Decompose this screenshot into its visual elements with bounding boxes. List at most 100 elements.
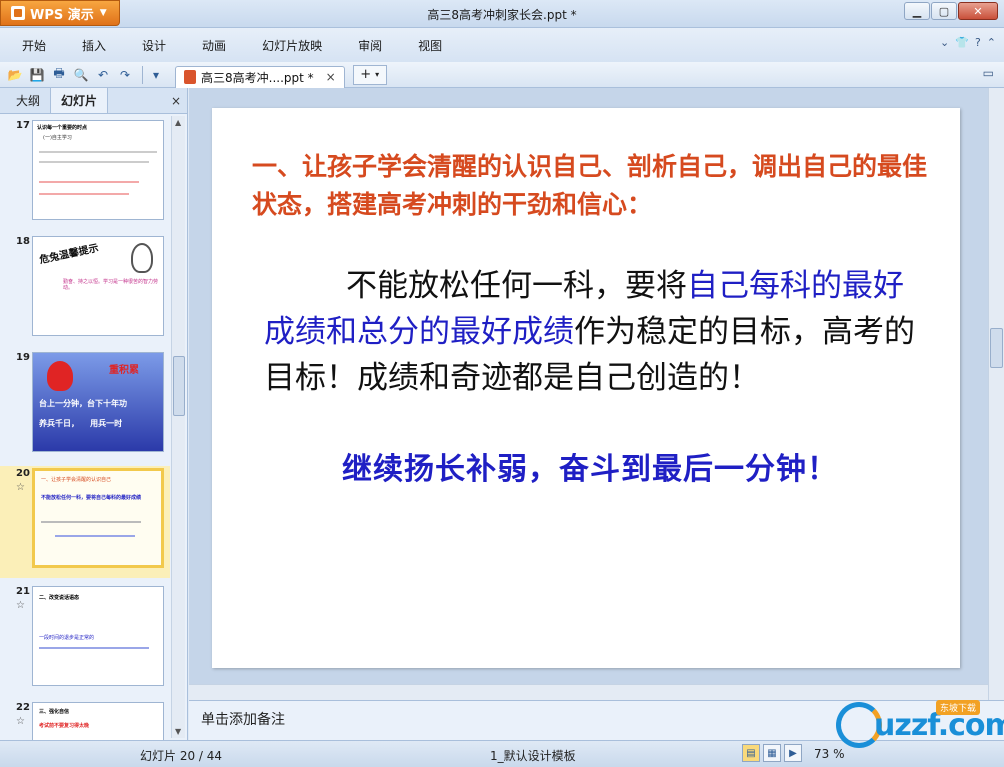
slide-number: 18	[16, 236, 30, 247]
slide-body-text[interactable]: 不能放松任何一科，要将自己每科的最好成绩和总分的最好成绩作为稳定的目标，高考的目…	[264, 263, 934, 401]
menu-right-tools: ⌄ 👕 ? ⌃	[940, 36, 996, 49]
thumbnail-row[interactable]: 19 重积累 台上一分钟，台下十年功 养兵千日， 用兵一时	[0, 350, 170, 458]
document-tab[interactable]: 高三8高考冲....ppt * ×	[175, 65, 345, 88]
animation-star-icon: ☆	[16, 716, 25, 727]
thumbnail-row[interactable]: 17 认识每一个重要的时点 (一)自主学习	[0, 118, 170, 226]
tab-outline[interactable]: 大纲	[6, 88, 50, 113]
scroll-thumb[interactable]	[990, 328, 1003, 368]
menu-item-animation[interactable]: 动画	[202, 37, 226, 54]
undo-icon[interactable]: ↶	[94, 66, 112, 84]
normal-view-icon[interactable]: ▤	[742, 744, 760, 762]
thumbnail-row-selected[interactable]: 20 ☆ 一、让孩子学会清醒的认识自己 不能放松任何一科，要将自己每科的最好成绩	[0, 466, 170, 578]
toolbar-separator	[142, 65, 143, 84]
new-tab-button[interactable]: + ▾	[352, 64, 387, 85]
slide-counter: 幻灯片 20 / 44	[140, 749, 223, 763]
panel-tabs: 大纲 幻灯片 ×	[0, 87, 187, 114]
menu-bar: 开始 插入 设计 动画 幻灯片放映 审阅 视图 ⌄ 👕 ? ⌃	[0, 28, 1004, 62]
chevron-down-icon[interactable]: ⌄	[940, 36, 949, 49]
slide-canvas[interactable]: 一、让孩子学会清醒的认识自己、剖析自己，调出自己的最佳状态，搭建高考冲刺的干劲和…	[212, 108, 960, 668]
menu-item-insert[interactable]: 插入	[82, 37, 106, 54]
help-icon[interactable]: ?	[975, 36, 981, 49]
save-icon[interactable]: 💾	[28, 66, 46, 84]
thumb-line	[39, 161, 149, 163]
slide-thumbnail[interactable]: 二、改变说话语态 一段时间的退步是正常的	[32, 586, 164, 686]
print-icon[interactable]: 🖶	[50, 66, 68, 84]
thumb-text: 认识每一个重要的时点	[37, 125, 88, 131]
thumbnail-row[interactable]: 22 ☆ 三、强化自信 考试前不要复习得太晚	[0, 700, 170, 740]
body-text-part: 不能放松任何一科，要将	[346, 268, 687, 304]
slideshow-view-icon[interactable]: ▶	[784, 744, 802, 762]
thumb-text: 一段时间的退步是正常的	[39, 635, 95, 641]
menu-item-slideshow[interactable]: 幻灯片放映	[262, 37, 322, 54]
menu-item-review[interactable]: 审阅	[358, 37, 382, 54]
slide-thumbnail[interactable]: 危兔温馨提示 勤奋、持之以恒。学习是一种很苦的智力劳动。	[32, 236, 164, 336]
menu-item-view[interactable]: 视图	[418, 37, 442, 54]
thumb-text: 台上一分钟，台下十年功	[39, 399, 127, 408]
maximize-button[interactable]: ▢	[931, 2, 957, 20]
window-title: 高三8高考冲刺家长会.ppt *	[427, 8, 577, 22]
thumbnail-row[interactable]: 18 危兔温馨提示 勤奋、持之以恒。学习是一种很苦的智力劳动。	[0, 234, 170, 342]
chevron-down-icon: ▾	[375, 70, 380, 79]
open-folder-icon[interactable]: 📂	[6, 66, 24, 84]
thumb-text: 勤奋、持之以恒。学习是一种很苦的智力劳动。	[63, 279, 159, 291]
slide-editor: 一、让孩子学会清醒的认识自己、剖析自己，调出自己的最佳状态，搭建高考冲刺的干劲和…	[189, 88, 1004, 740]
site-watermark: uzzf.com 东坡下载	[836, 700, 1004, 752]
slide-number: 17	[16, 120, 30, 131]
thumb-line	[39, 181, 139, 183]
collapse-ribbon-icon[interactable]: ⌃	[987, 36, 996, 49]
thumb-text: 重积累	[109, 365, 139, 376]
thumb-text: (一)自主学习	[43, 135, 72, 141]
panel-scrollbar[interactable]: ▲ ▼	[171, 116, 185, 738]
redo-icon[interactable]: ↷	[116, 66, 134, 84]
slide-number: 19	[16, 352, 30, 363]
document-tab-label: 高三8高考冲....ppt *	[201, 70, 314, 85]
print-preview-icon[interactable]: 🔍	[72, 66, 90, 84]
thumb-line	[55, 535, 135, 537]
close-tab-icon[interactable]: ×	[326, 70, 336, 84]
slide-emphasis-text[interactable]: 继续扬长补弱，奋斗到最后一分钟！	[264, 448, 884, 492]
template-name[interactable]: 1_默认设计模板	[490, 747, 576, 764]
tab-slides[interactable]: 幻灯片	[50, 87, 109, 113]
slide-thumbnail[interactable]: 一、让孩子学会清醒的认识自己 不能放松任何一科，要将自己每科的最好成绩	[32, 468, 164, 568]
scroll-up-icon[interactable]: ▲	[175, 118, 181, 127]
thumb-text: 不能放松任何一科，要将自己每科的最好成绩	[41, 495, 142, 501]
light-bulb-icon	[131, 243, 153, 273]
thumbnail-row[interactable]: 21 ☆ 二、改变说话语态 一段时间的退步是正常的	[0, 584, 170, 692]
scroll-thumb[interactable]	[173, 356, 185, 416]
scroll-down-icon[interactable]: ▼	[175, 727, 181, 736]
slide-thumbnail[interactable]: 认识每一个重要的时点 (一)自主学习	[32, 120, 164, 220]
skin-icon[interactable]: 👕	[955, 36, 969, 49]
view-switcher: ▤ ▦ ▶	[742, 744, 802, 762]
window-controls: ▁ ▢ ✕	[904, 2, 998, 20]
watermark-tag: 东坡下载	[936, 700, 981, 715]
window-layout-icon[interactable]: ▭	[983, 66, 994, 80]
slide-heading[interactable]: 一、让孩子学会清醒的认识自己、剖析自己，调出自己的最佳状态，搭建高考冲刺的干劲和…	[252, 148, 932, 224]
thumb-line	[39, 647, 149, 649]
slide-thumbnail[interactable]: 重积累 台上一分钟，台下十年功 养兵千日， 用兵一时	[32, 352, 164, 452]
close-panel-icon[interactable]: ×	[171, 94, 181, 108]
light-bulb-icon	[47, 361, 73, 391]
thumb-text: 考试前不要复习得太晚	[39, 723, 90, 729]
menu-item-design[interactable]: 设计	[142, 37, 166, 54]
minimize-button[interactable]: ▁	[904, 2, 930, 20]
slides-panel: 大纲 幻灯片 × 17 认识每一个重要的时点 (一)自主学习 18 危兔温馨提示…	[0, 87, 188, 740]
slide-number: 21	[16, 586, 30, 597]
thumb-line	[41, 521, 141, 523]
editor-vertical-scrollbar[interactable]	[988, 88, 1004, 700]
slide-number: 20	[16, 468, 30, 479]
thumb-text: 危兔温馨提示	[38, 242, 100, 267]
animation-star-icon: ☆	[16, 482, 25, 493]
quick-access-toolbar: 📂 💾 🖶 🔍 ↶ ↷ ▾ 高三8高考冲....ppt * × + ▾ ▭	[0, 62, 1004, 88]
thumb-text: 养兵千日， 用兵一时	[39, 419, 123, 428]
ppt-file-icon	[184, 70, 196, 84]
thumb-text: 二、改变说话语态	[39, 595, 80, 601]
slide-thumbnail[interactable]: 三、强化自信 考试前不要复习得太晚	[32, 702, 164, 740]
thumb-text: 三、强化自信	[39, 709, 70, 715]
editor-horizontal-scrollbar[interactable]	[189, 684, 988, 700]
thumb-line	[39, 193, 129, 195]
slide-sorter-view-icon[interactable]: ▦	[763, 744, 781, 762]
menu-item-home[interactable]: 开始	[22, 37, 46, 54]
plus-icon: +	[360, 67, 372, 82]
close-window-button[interactable]: ✕	[958, 2, 998, 20]
customize-toolbar-icon[interactable]: ▾	[147, 66, 165, 84]
